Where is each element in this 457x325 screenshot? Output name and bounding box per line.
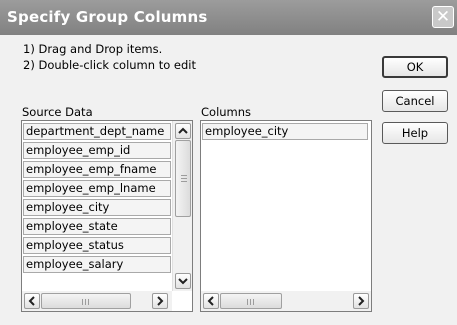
horizontal-scroll-thumb[interactable]	[220, 293, 282, 309]
horizontal-scrollbar[interactable]	[22, 291, 172, 311]
list-item[interactable]: employee_salary	[23, 256, 171, 273]
close-icon: ✕	[435, 7, 451, 27]
scroll-left-icon	[28, 296, 35, 306]
dialog-title: Specify Group Columns	[7, 8, 208, 26]
list-item[interactable]: department_dept_name	[23, 123, 171, 140]
scroll-left-button[interactable]	[24, 293, 40, 309]
vertical-scroll-thumb[interactable]	[175, 140, 191, 217]
scroll-down-button[interactable]	[175, 273, 191, 289]
source-data-label: Source Data	[22, 105, 93, 119]
source-data-list[interactable]: department_dept_name employee_emp_id emp…	[21, 120, 193, 312]
list-item[interactable]: employee_city	[23, 199, 171, 216]
list-item[interactable]: employee_status	[23, 237, 171, 254]
vertical-scrollbar[interactable]	[172, 121, 192, 291]
specify-group-columns-dialog: Specify Group Columns ✕ 1) Drag and Drop…	[0, 0, 457, 325]
list-item[interactable]: employee_emp_id	[23, 142, 171, 159]
scroll-right-button[interactable]	[353, 293, 369, 309]
title-bar[interactable]: Specify Group Columns ✕	[0, 0, 457, 35]
cancel-button[interactable]: Cancel	[382, 90, 448, 112]
scroll-left-icon	[207, 296, 214, 306]
horizontal-scroll-thumb[interactable]	[41, 293, 131, 309]
instruction-line-1: 1) Drag and Drop items.	[23, 42, 163, 56]
horizontal-scrollbar[interactable]	[201, 291, 371, 311]
instruction-line-2: 2) Double-click column to edit	[23, 58, 196, 72]
list-item[interactable]: employee_state	[23, 218, 171, 235]
scroll-right-button[interactable]	[152, 293, 168, 309]
scroll-up-icon	[178, 127, 188, 134]
close-button[interactable]: ✕	[432, 6, 454, 28]
list-item[interactable]: employee_emp_lname	[23, 180, 171, 197]
scroll-left-button[interactable]	[203, 293, 219, 309]
scroll-right-icon	[358, 296, 365, 306]
ok-button[interactable]: OK	[382, 56, 448, 78]
help-button[interactable]: Help	[382, 122, 448, 144]
list-item[interactable]: employee_emp_fname	[23, 161, 171, 178]
list-item[interactable]: employee_city	[202, 123, 368, 140]
scroll-up-button[interactable]	[175, 123, 191, 139]
columns-label: Columns	[201, 105, 252, 119]
columns-list[interactable]: employee_city	[200, 120, 372, 312]
scroll-down-icon	[178, 278, 188, 285]
scroll-right-icon	[157, 296, 164, 306]
